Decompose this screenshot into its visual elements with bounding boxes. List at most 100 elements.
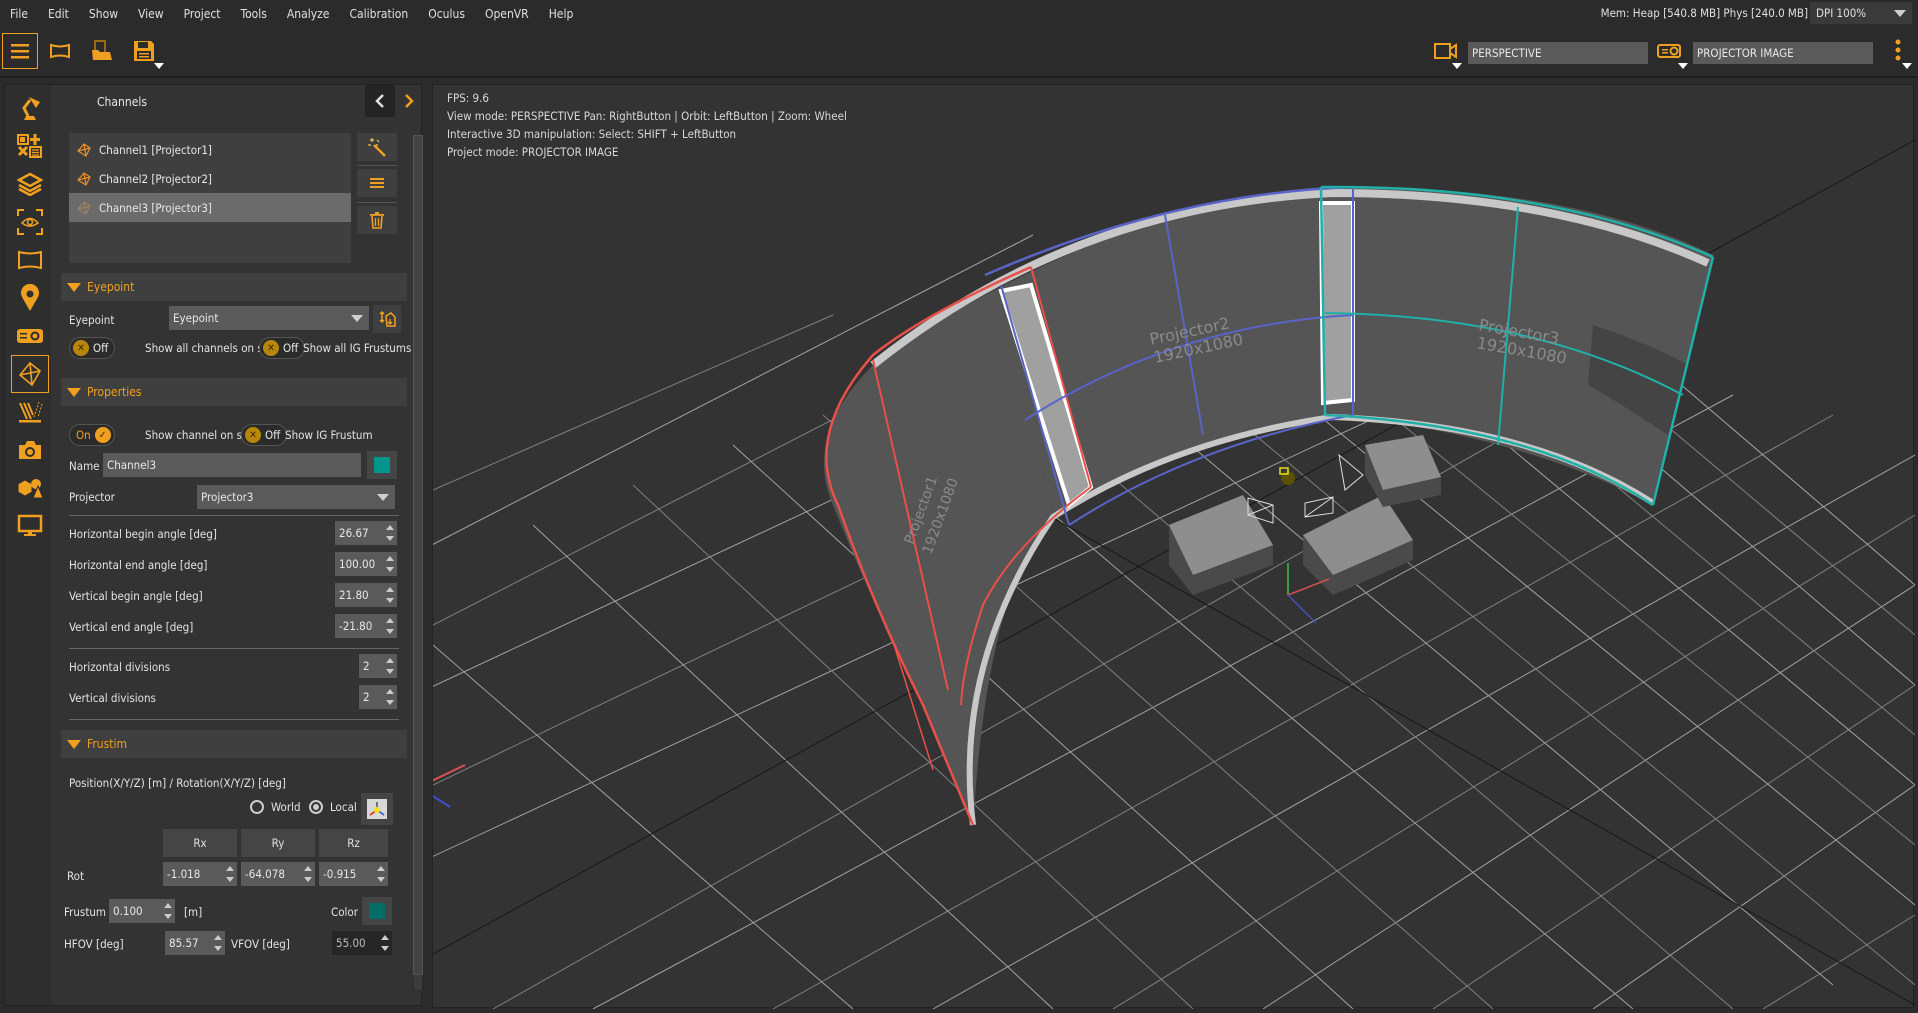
local-radio[interactable] [309,800,323,814]
projector-select[interactable]: Projector3 [197,485,395,509]
monitor-icon [17,514,43,536]
menu-view[interactable]: View [128,0,174,28]
gizmo-button[interactable] [361,793,393,825]
project-mode-button[interactable] [1652,33,1688,69]
channel-list-item-selected[interactable]: Channel3 [Projector3] [69,193,351,222]
chevron-down-icon [351,315,363,322]
menu-show[interactable]: Show [79,0,128,28]
dpi-dropdown[interactable]: DPI 100% [1810,2,1912,24]
vertical-begin-angle-input[interactable]: 21.80 [335,583,397,607]
spin-arrows-icon[interactable] [304,865,312,883]
panel-scrollbar[interactable] [411,121,423,1001]
sidebar-item-objects[interactable] [11,469,49,507]
x-icon: ✕ [263,340,279,356]
position-rotation-label: Position(X/Y/Z) [m] / Rotation(X/Y/Z) [d… [69,776,286,790]
spin-value: 100.00 [339,557,376,571]
spin-arrows-icon[interactable] [381,934,389,952]
spin-arrows-icon[interactable] [226,865,234,883]
spin-arrows-icon[interactable] [386,657,394,675]
division-label: Vertical divisions [69,691,156,705]
rot-z-input[interactable]: -0.915 [319,862,388,886]
spin-arrows-icon[interactable] [386,555,394,573]
spin-arrows-icon[interactable] [386,586,394,604]
menu-openvr[interactable]: OpenVR [475,0,539,28]
eyepoint-select[interactable]: Eyepoint [169,306,369,330]
spin-value: 55.00 [336,936,366,950]
spin-value: -64.078 [245,867,285,881]
eyepoint-section-header[interactable]: Eyepoint [61,273,407,301]
channel-color-button[interactable] [367,451,397,479]
sidebar-item-channels[interactable] [11,355,49,393]
rot-y-input[interactable]: -64.078 [241,862,315,886]
channel-list-item[interactable]: Channel1 [Projector1] [69,135,351,164]
sidebar-item-lamp[interactable] [11,89,49,127]
channel-name-input[interactable]: Channel3 [103,453,361,477]
show-all-ig-frustums-toggle[interactable]: ✕ Off [259,337,306,359]
world-radio[interactable] [250,800,264,814]
sidebar-item-layers[interactable] [11,165,49,203]
properties-section-header[interactable]: Properties [61,378,407,406]
sidebar-item-display[interactable] [11,507,49,545]
spin-arrows-icon[interactable] [214,934,222,952]
spin-value: -1.018 [167,867,201,881]
light-rays-icon [19,401,43,423]
vertical-end-angle-input[interactable]: -21.80 [335,614,397,638]
spin-arrows-icon[interactable] [377,865,385,883]
menu-button[interactable] [2,33,38,69]
manipulation-help: Interactive 3D manipulation: Select: SHI… [447,127,737,141]
sidebar-item-screen[interactable] [11,241,49,279]
auto-create-button[interactable] [357,133,397,161]
spin-arrows-icon[interactable] [386,617,394,635]
menu-edit[interactable]: Edit [38,0,79,28]
open-button[interactable] [84,33,120,69]
3d-viewport[interactable]: Projector2 1920x1080 Projector3 1920x108… [432,84,1915,1009]
spin-arrows-icon[interactable] [386,688,394,706]
sidebar-item-projector[interactable] [11,317,49,355]
menu-tools[interactable]: Tools [231,0,277,28]
menu-analyze[interactable]: Analyze [277,0,340,28]
spin-value: 85.57 [169,936,199,950]
delete-channel-button[interactable] [357,206,397,234]
horizontal-end-angle-input[interactable]: 100.00 [335,552,397,576]
vertical-divisions-input[interactable]: 2 [359,685,397,709]
menu-oculus[interactable]: Oculus [418,0,475,28]
menu-file[interactable]: File [0,0,38,28]
sidebar-item-add-remove[interactable] [11,127,49,165]
sidebar-item-light[interactable] [11,393,49,431]
camera-mode-select[interactable]: PERSPECTIVE [1468,42,1648,64]
show-all-ig-frustums-label: Show all IG Frustums [303,341,412,355]
sidebar-item-eye-focus[interactable] [11,203,49,241]
frustum-size-input[interactable]: 0.100 [109,899,175,923]
3d-scene[interactable]: Projector2 1920x1080 Projector3 1920x108… [433,85,1915,1009]
hfov-input[interactable]: 85.57 [165,931,225,955]
frustum-color-button[interactable] [362,897,392,925]
save-button[interactable] [126,33,164,69]
scrollbar-thumb[interactable] [413,135,423,975]
eyepoint-settings-button[interactable] [373,305,401,333]
divider [69,719,399,720]
spin-arrows-icon[interactable] [386,524,394,542]
magic-wand-icon [368,138,386,157]
list-options-button[interactable] [357,169,397,197]
channel-list[interactable]: Channel1 [Projector1] Channel2 [Projecto… [69,133,351,263]
rot-x-input[interactable]: -1.018 [163,862,237,886]
more-options-button[interactable] [1880,33,1916,69]
show-ig-frustum-toggle[interactable]: ✕ Off [241,424,288,446]
channel-list-item[interactable]: Channel2 [Projector2] [69,164,351,193]
menu-help[interactable]: Help [539,0,584,28]
menu-calibration[interactable]: Calibration [339,0,418,28]
horizontal-divisions-input[interactable]: 2 [359,654,397,678]
sidebar-item-camera[interactable] [11,431,49,469]
vfov-input[interactable]: 55.00 [332,931,392,955]
frustum-section-header[interactable]: Frustim [61,730,407,758]
horizontal-begin-angle-input[interactable]: 26.67 [335,521,397,545]
sidebar-item-location[interactable] [11,279,49,317]
menu-project[interactable]: Project [174,0,231,28]
section-title: Eyepoint [87,280,135,294]
screen-button[interactable] [42,33,78,69]
show-all-channels-toggle[interactable]: ✕ Off [69,337,116,359]
project-mode-select[interactable]: PROJECTOR IMAGE [1693,42,1873,64]
camera-mode-button[interactable] [1428,33,1464,69]
show-channel-toggle[interactable]: On ✓ [69,424,115,446]
spin-arrows-icon[interactable] [164,902,172,920]
